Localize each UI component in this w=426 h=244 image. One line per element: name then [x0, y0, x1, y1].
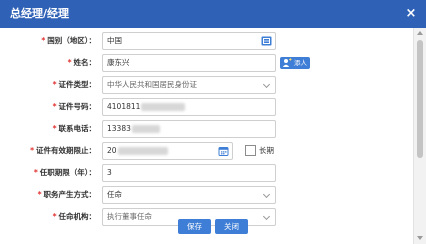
row-id-type: * 证件类型： 中华人民共和国居民身份证 [0, 76, 413, 94]
appoint-method-select[interactable]: 任命 [102, 186, 276, 204]
longterm-checkbox[interactable] [245, 145, 256, 156]
chevron-down-icon [262, 190, 271, 199]
id-number-field[interactable]: 4101811 [102, 98, 276, 116]
required-mark: * [52, 124, 57, 133]
validity-date-field[interactable]: 20 [102, 142, 233, 160]
country-label-text: 国别（地区）： [47, 36, 96, 45]
add-person-button[interactable]: 添人 [280, 57, 310, 69]
dialog-footer: 保存 关闭 [0, 219, 413, 237]
row-id-number: * 证件号码： 4101811 [0, 98, 413, 116]
save-button[interactable]: 保存 [178, 219, 211, 234]
validity-label: * 证件有效期限止： [8, 142, 96, 160]
validity-label-text: 证件有效期限止： [36, 146, 96, 155]
row-term: * 任职期限（年）： 3 [0, 164, 413, 182]
phone-label-text: 联系电话： [58, 124, 97, 133]
required-mark: * [37, 190, 42, 199]
phone-value: 13383 [107, 124, 131, 133]
validity-value: 20 [107, 146, 117, 155]
dialog-titlebar: 总经理/经理 × [0, 0, 426, 28]
name-label: * 姓名： [8, 54, 96, 72]
appoint-method-label-text: 职务产生方式： [43, 190, 97, 199]
country-value: 中国 [107, 36, 122, 45]
country-field[interactable]: 中国 [102, 32, 276, 50]
add-person-label: 添人 [294, 59, 307, 67]
dialog-title: 总经理/经理 [10, 7, 70, 20]
appoint-method-value: 任命 [107, 190, 122, 199]
required-mark: * [41, 36, 46, 45]
close-button[interactable]: 关闭 [215, 219, 248, 234]
id-number-label: * 证件号码： [8, 98, 96, 116]
redacted-text [141, 103, 186, 111]
scroll-thumb[interactable] [417, 40, 423, 158]
row-appoint-method: * 职务产生方式： 任命 [0, 186, 413, 204]
person-add-icon [282, 58, 292, 67]
redacted-text [117, 147, 168, 155]
form-body: * 国别（地区）： 中国 * 姓名： 康东兴 添人 * 证件类型： 中华人民共和… [0, 28, 413, 244]
term-label-text: 任职期限（年）： [39, 168, 96, 177]
required-mark: * [30, 146, 34, 155]
globe-picker-icon[interactable] [261, 36, 272, 46]
required-mark: * [67, 58, 72, 67]
required-mark: * [33, 168, 38, 177]
country-label: * 国别（地区）： [8, 32, 96, 50]
term-field[interactable]: 3 [102, 164, 276, 182]
id-type-value: 中华人民共和国居民身份证 [107, 80, 197, 89]
chevron-down-icon [262, 80, 271, 89]
close-icon[interactable]: × [403, 6, 419, 22]
phone-label: * 联系电话： [8, 120, 96, 138]
term-label: * 任职期限（年）： [8, 164, 96, 182]
vertical-scrollbar[interactable] [413, 28, 426, 244]
id-number-value: 4101811 [107, 102, 141, 111]
term-value: 3 [107, 168, 112, 177]
row-country: * 国别（地区）： 中国 [0, 32, 413, 50]
id-type-label: * 证件类型： [8, 76, 96, 94]
id-type-label-text: 证件类型： [58, 80, 97, 89]
phone-field[interactable]: 13383 [102, 120, 276, 138]
name-value: 康东兴 [107, 58, 130, 67]
id-number-label-text: 证件号码： [58, 102, 97, 111]
row-validity: * 证件有效期限止： 20 长期 [0, 142, 413, 160]
manager-dialog: 总经理/经理 × * 国别（地区）： 中国 * 姓名： 康东兴 添人 * 证件类… [0, 0, 426, 244]
appoint-method-label: * 职务产生方式： [8, 186, 96, 204]
redacted-text [131, 125, 160, 133]
name-label-text: 姓名： [73, 58, 97, 67]
name-field[interactable]: 康东兴 [102, 54, 276, 72]
scroll-up-arrow-icon[interactable] [417, 31, 423, 35]
required-mark: * [52, 102, 57, 111]
row-name: * 姓名： 康东兴 添人 [0, 54, 413, 72]
longterm-label: 长期 [259, 146, 274, 155]
required-mark: * [52, 80, 57, 89]
scroll-down-arrow-icon[interactable] [417, 236, 423, 240]
row-phone: * 联系电话： 13383 [0, 120, 413, 138]
id-type-select[interactable]: 中华人民共和国居民身份证 [102, 76, 276, 94]
calendar-icon[interactable] [218, 146, 229, 156]
